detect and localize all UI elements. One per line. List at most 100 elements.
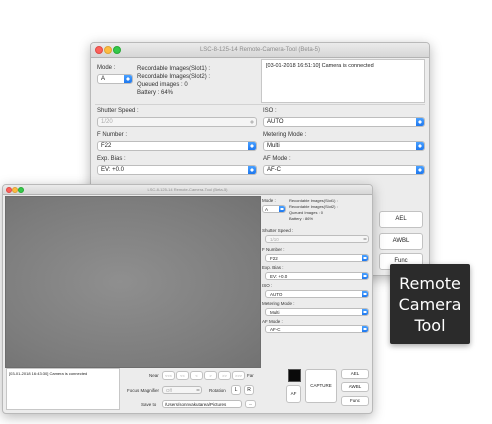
save-path-value: /Users/sonnvakutarea/Pictures — [165, 402, 227, 407]
focus-near-medium-button[interactable]: << — [176, 371, 189, 380]
queued-status: Queued Images : 0 — [289, 210, 324, 215]
back-window-titlebar: LSC-8-125-14 Remote-Camera-Tool (Beta-5) — [91, 43, 429, 58]
rotation-label: Rotation — [209, 388, 226, 393]
exp-bias-label: Exp. Bias : — [262, 265, 284, 270]
f-number-value: F22 — [101, 143, 112, 149]
log-text: [03-01-2018 16:51:10] Camera is connecte… — [266, 63, 374, 69]
badge-line: Tool — [414, 316, 446, 335]
battery-status: Battery : 64% — [137, 90, 174, 96]
select-arrows-icon — [248, 118, 256, 126]
ael-button[interactable]: AEL — [341, 369, 369, 379]
af-button[interactable]: AF — [286, 385, 301, 403]
iso-value: AUTO — [270, 292, 283, 297]
save-to-label: Save to — [141, 402, 157, 407]
near-label: Near — [149, 373, 159, 378]
mode-label: Mode : — [97, 65, 116, 71]
select-arrows-icon — [416, 166, 424, 174]
focus-magnifier-select[interactable]: Off — [162, 386, 202, 394]
mode-value: A — [101, 76, 106, 82]
metering-mode-label: Metering Mode : — [262, 301, 295, 306]
focus-far-medium-button[interactable]: >> — [218, 371, 231, 380]
slot2-status: Recordable Images(Slot2) : — [137, 74, 211, 80]
select-arrows-icon — [248, 166, 256, 174]
func-button[interactable]: Func — [341, 396, 369, 406]
front-window: LSC-8-125-14 Remote-Camera-Tool (Beta-5)… — [2, 184, 373, 414]
focus-magnifier-label: Focus Magnifier — [127, 388, 160, 393]
badge-line: Remote — [399, 274, 461, 293]
f-number-label: F Number : — [262, 247, 285, 252]
af-mode-label: AF Mode : — [262, 319, 283, 324]
live-view — [5, 196, 261, 368]
metering-mode-value: Multi — [270, 310, 280, 315]
exp-bias-select[interactable]: EV: +0.0 — [265, 272, 369, 280]
f-number-label: F Number : — [97, 132, 128, 138]
iso-label: ISO : — [263, 108, 277, 114]
focus-far-large-button[interactable]: >>> — [232, 371, 245, 380]
metering-mode-label: Metering Mode : — [263, 132, 307, 138]
window-title: LSC-8-125-14 Remote-Camera-Tool (Beta-5) — [199, 47, 321, 53]
af-mode-value: AF-C — [267, 167, 281, 173]
mode-value: A — [265, 207, 269, 212]
browse-button[interactable]: ... — [245, 400, 256, 408]
select-arrows-icon — [362, 309, 368, 315]
metering-mode-value: Multi — [267, 143, 280, 149]
select-arrows-icon — [362, 255, 368, 261]
af-mode-select[interactable]: AF-C — [263, 165, 425, 175]
rotate-right-button[interactable]: R — [244, 385, 254, 395]
log-box: [03-01-2018 16:43:30] Camera is connecte… — [6, 368, 120, 410]
select-arrows-icon — [248, 142, 256, 150]
front-window-titlebar: LSC-8-125-14 Remote-Camera-Tool (Beta-5) — [3, 185, 372, 195]
awbl-button[interactable]: AWBL — [379, 233, 423, 250]
shutter-speed-label: Shutter Speed : — [262, 228, 294, 233]
rotate-left-button[interactable]: L — [231, 385, 241, 395]
select-arrows-icon — [195, 387, 201, 393]
divider — [95, 104, 425, 105]
iso-value: AUTO — [267, 119, 284, 125]
focus-near-large-button[interactable]: <<< — [162, 371, 175, 380]
iso-label: ISO : — [262, 283, 273, 288]
shutter-speed-value: 1/20 — [101, 119, 113, 125]
mode-label: Mode : — [262, 198, 276, 203]
badge-line: Camera — [398, 295, 462, 314]
focus-magnifier-value: Off — [166, 388, 172, 393]
iso-select[interactable]: AUTO — [263, 117, 425, 127]
select-arrows-icon — [362, 326, 368, 332]
save-path-field[interactable]: /Users/sonnvakutarea/Pictures — [162, 400, 242, 408]
af-mode-select[interactable]: AF-C — [265, 325, 369, 333]
remote-camera-tool-badge: Remote Camera Tool — [390, 264, 470, 344]
far-label: Far — [247, 373, 254, 378]
log-text: [03-01-2018 16:43:30] Camera is connecte… — [9, 371, 88, 376]
shutter-speed-select[interactable]: 1/20 — [97, 117, 257, 127]
select-arrows-icon — [416, 118, 424, 126]
f-number-select[interactable]: F22 — [265, 254, 369, 262]
select-arrows-icon — [279, 206, 285, 212]
select-arrows-icon — [362, 236, 368, 242]
select-arrows-icon — [416, 142, 424, 150]
slot2-status: Recordable Images(Slot2) : — [289, 204, 338, 209]
log-box: [03-01-2018 16:51:10] Camera is connecte… — [261, 59, 425, 103]
focus-far-small-button[interactable]: > — [204, 371, 217, 380]
focus-near-small-button[interactable]: < — [190, 371, 203, 380]
exp-bias-label: Exp. Bias : — [97, 156, 126, 162]
capture-button[interactable]: CAPTURE — [305, 369, 337, 403]
shutter-speed-label: Shutter Speed : — [97, 108, 139, 114]
metering-mode-select[interactable]: Multi — [265, 308, 369, 316]
f-number-select[interactable]: F22 — [97, 141, 257, 151]
iso-select[interactable]: AUTO — [265, 290, 369, 298]
select-arrows-icon — [362, 273, 368, 279]
mode-select[interactable]: A — [97, 74, 133, 84]
battery-status: Battery : 86% — [289, 216, 314, 221]
select-arrows-icon — [362, 291, 368, 297]
slot1-status: Recordable Images(Slot1) : — [137, 66, 211, 72]
queued-status: Queued images : 0 — [137, 82, 188, 88]
exp-bias-value: EV: +0.0 — [270, 274, 288, 279]
metering-mode-select[interactable]: Multi — [263, 141, 425, 151]
exp-bias-value: EV: +0.0 — [101, 167, 124, 173]
exp-bias-select[interactable]: EV: +0.0 — [97, 165, 257, 175]
awbl-button[interactable]: AWBL — [341, 382, 369, 392]
f-number-value: F22 — [270, 256, 278, 261]
mode-select[interactable]: A — [262, 205, 286, 213]
shutter-speed-select[interactable]: 1/10 — [265, 235, 369, 243]
ael-button[interactable]: AEL — [379, 211, 423, 228]
shutter-speed-value: 1/10 — [270, 237, 279, 242]
